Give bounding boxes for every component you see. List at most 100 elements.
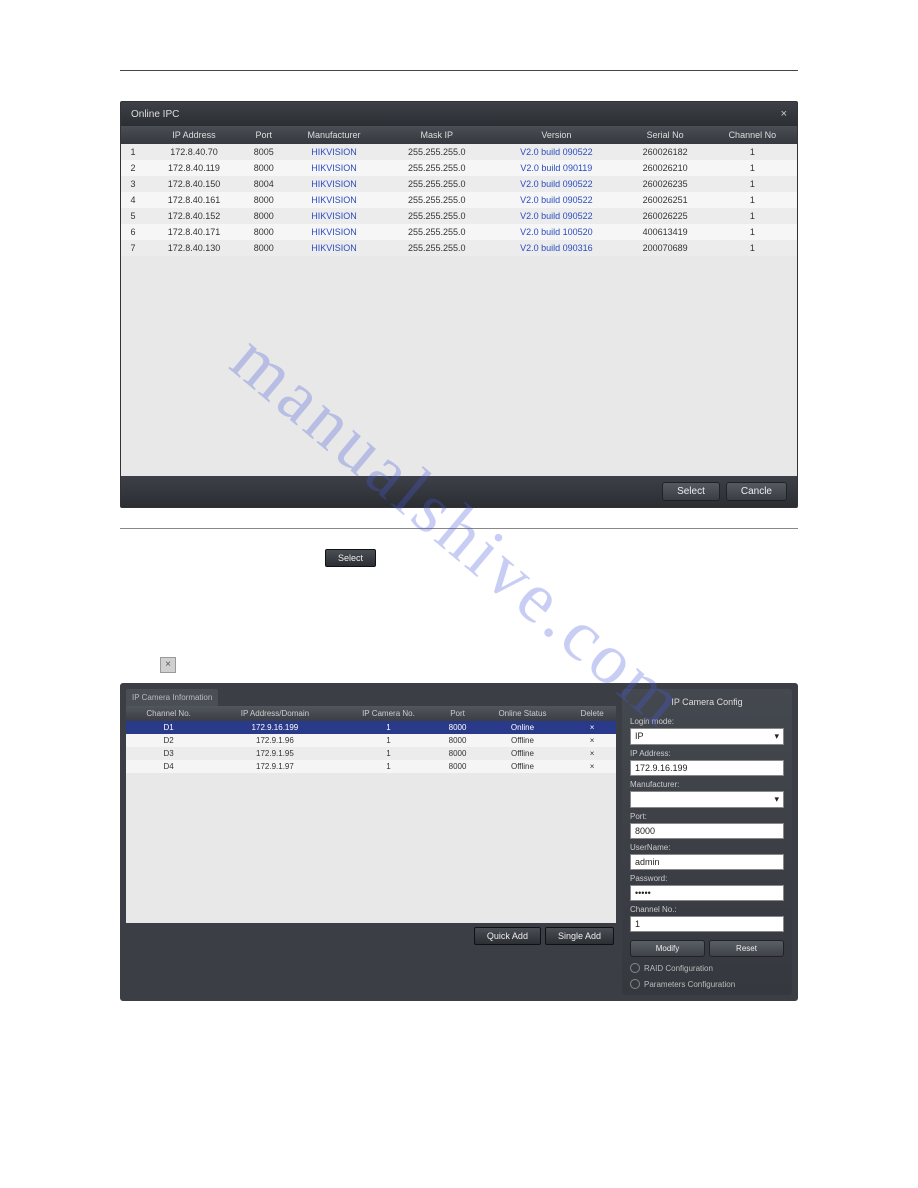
row-port: 8005 [243, 144, 285, 160]
row-port: 8000 [243, 240, 285, 256]
port-label: Port: [630, 812, 784, 821]
dialog-titlebar: Online IPC × [121, 102, 797, 126]
row2-channel: D3 [126, 747, 211, 760]
row2-ip: 172.9.16.199 [211, 721, 338, 734]
row2-status: Offline [477, 747, 569, 760]
col-ip: IP Address [145, 126, 243, 144]
table-row[interactable]: 4172.8.40.1618000HIKVISION255.255.255.0V… [121, 192, 797, 208]
row2-channel: D1 [126, 721, 211, 734]
manufacturer-select[interactable]: ▾ [630, 791, 784, 808]
row-version: V2.0 build 090119 [490, 160, 623, 176]
chevron-down-icon: ▾ [774, 794, 779, 805]
row2-channel: D4 [126, 760, 211, 773]
online-ipc-dialog: Online IPC × IP Address Port Manufacture… [120, 101, 798, 508]
single-add-button[interactable]: Single Add [545, 927, 614, 945]
config-title: IP Camera Config [630, 695, 784, 713]
col2-port: Port [438, 706, 476, 721]
table-row[interactable]: 2172.8.40.1198000HIKVISION255.255.255.0V… [121, 160, 797, 176]
camera-table-empty-area [126, 773, 616, 923]
table-row[interactable]: D3172.9.1.9518000Offline× [126, 747, 616, 760]
row2-camno: 1 [339, 747, 439, 760]
params-config-label: Parameters Configuration [644, 980, 735, 989]
dialog-title: Online IPC [131, 109, 179, 120]
row2-port: 8000 [438, 747, 476, 760]
col-index [121, 126, 145, 144]
table-row[interactable]: 7172.8.40.1308000HIKVISION255.255.255.0V… [121, 240, 797, 256]
table-row[interactable]: D2172.9.1.9618000Offline× [126, 734, 616, 747]
row-mask: 255.255.255.0 [383, 224, 490, 240]
col2-ip: IP Address/Domain [211, 706, 338, 721]
channel-no-input[interactable]: 1 [630, 916, 784, 932]
camera-info-table: Channel No. IP Address/Domain IP Camera … [126, 706, 616, 773]
row-channel: 1 [708, 160, 797, 176]
password-input[interactable]: ••••• [630, 885, 784, 901]
table-row[interactable]: 6172.8.40.1718000HIKVISION255.255.255.0V… [121, 224, 797, 240]
row-index: 5 [121, 208, 145, 224]
col-channel: Channel No [708, 126, 797, 144]
table-row[interactable]: 3172.8.40.1508004HIKVISION255.255.255.0V… [121, 176, 797, 192]
divider-top [120, 70, 798, 71]
row-port: 8000 [243, 208, 285, 224]
row-version: V2.0 build 100520 [490, 224, 623, 240]
row2-status: Offline [477, 760, 569, 773]
select-button[interactable]: Select [662, 482, 720, 501]
row-mask: 255.255.255.0 [383, 240, 490, 256]
row-version: V2.0 build 090522 [490, 192, 623, 208]
row-manufacturer: HIKVISION [285, 224, 384, 240]
divider-mid [120, 528, 798, 529]
row2-status: Online [477, 721, 569, 734]
row-serial: 260026235 [623, 176, 708, 192]
login-mode-value: IP [635, 731, 644, 742]
row2-delete-icon[interactable]: × [568, 760, 616, 773]
channel-no-label: Channel No.: [630, 905, 784, 914]
reset-button[interactable]: Reset [709, 940, 784, 957]
row-manufacturer: HIKVISION [285, 160, 384, 176]
row-port: 8000 [243, 224, 285, 240]
row-port: 8000 [243, 192, 285, 208]
table-row[interactable]: 1172.8.40.708005HIKVISION255.255.255.0V2… [121, 144, 797, 160]
row2-camno: 1 [339, 760, 439, 773]
row-ip: 172.8.40.152 [145, 208, 243, 224]
row2-delete-icon[interactable]: × [568, 747, 616, 760]
cancel-button[interactable]: Cancle [726, 482, 787, 501]
table-row[interactable]: D4172.9.1.9718000Offline× [126, 760, 616, 773]
row2-camno: 1 [339, 721, 439, 734]
close-icon[interactable]: × [781, 108, 787, 120]
port-input[interactable]: 8000 [630, 823, 784, 839]
row-manufacturer: HIKVISION [285, 176, 384, 192]
table-row[interactable]: D1172.9.16.19918000Online× [126, 721, 616, 734]
row-serial: 260026210 [623, 160, 708, 176]
col-manufacturer: Manufacturer [285, 126, 384, 144]
col2-delete: Delete [568, 706, 616, 721]
table-empty-area [121, 256, 797, 476]
row2-channel: D2 [126, 734, 211, 747]
table-row[interactable]: 5172.8.40.1528000HIKVISION255.255.255.0V… [121, 208, 797, 224]
username-input[interactable]: admin [630, 854, 784, 870]
row-serial: 260026225 [623, 208, 708, 224]
inline-close-icon[interactable]: × [160, 657, 176, 673]
row-channel: 1 [708, 192, 797, 208]
params-config-link[interactable]: Parameters Configuration [630, 979, 784, 989]
raid-config-link[interactable]: RAID Configuration [630, 963, 784, 973]
row-version: V2.0 build 090522 [490, 176, 623, 192]
row2-delete-icon[interactable]: × [568, 721, 616, 734]
inline-select-button[interactable]: Select [325, 549, 376, 567]
row2-delete-icon[interactable]: × [568, 734, 616, 747]
row-index: 6 [121, 224, 145, 240]
row-index: 2 [121, 160, 145, 176]
col-serial: Serial No [623, 126, 708, 144]
row2-port: 8000 [438, 721, 476, 734]
ip-address-label: IP Address: [630, 749, 784, 758]
login-mode-select[interactable]: IP ▾ [630, 728, 784, 745]
modify-button[interactable]: Modify [630, 940, 705, 957]
row-ip: 172.8.40.171 [145, 224, 243, 240]
row-serial: 260026251 [623, 192, 708, 208]
ip-camera-config-panel: IP Camera Config Login mode: IP ▾ IP Add… [622, 689, 792, 995]
quick-add-button[interactable]: Quick Add [474, 927, 541, 945]
row-version: V2.0 build 090522 [490, 208, 623, 224]
ipc-table: IP Address Port Manufacturer Mask IP Ver… [121, 126, 797, 256]
ip-address-input[interactable]: 172.9.16.199 [630, 760, 784, 776]
row-manufacturer: HIKVISION [285, 208, 384, 224]
raid-config-label: RAID Configuration [644, 964, 713, 973]
col2-status: Online Status [477, 706, 569, 721]
